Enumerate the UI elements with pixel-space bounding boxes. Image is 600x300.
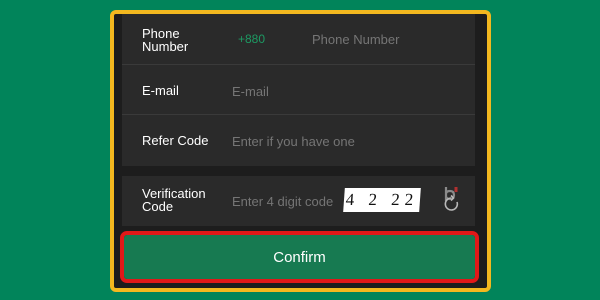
refer-code-row: Refer Code xyxy=(122,115,475,166)
email-label: E-mail xyxy=(142,83,179,98)
confirm-button[interactable]: Confirm xyxy=(124,235,475,279)
confirm-button-highlight: Confirm xyxy=(120,231,479,283)
email-row: E-mail xyxy=(122,65,475,115)
verification-code-row: Verification Code 4 2 22 xyxy=(122,176,475,226)
captcha-image: 4 2 22 xyxy=(343,188,421,212)
email-input[interactable] xyxy=(232,84,408,99)
registration-form-frame: Phone Number +880 E-mail Refer Code Veri… xyxy=(110,10,491,292)
country-code-prefix[interactable]: +880 xyxy=(238,32,265,46)
form-fields-panel: Phone Number +880 E-mail Refer Code xyxy=(122,14,487,166)
phone-number-label: Phone Number xyxy=(142,26,189,54)
refer-code-label: Refer Code xyxy=(142,133,209,148)
phone-number-row: Phone Number +880 xyxy=(122,14,487,65)
verification-code-label: Verification Code xyxy=(142,186,206,214)
refresh-icon[interactable] xyxy=(440,184,464,214)
refer-code-input[interactable] xyxy=(232,134,408,149)
phone-number-input[interactable] xyxy=(312,32,487,47)
